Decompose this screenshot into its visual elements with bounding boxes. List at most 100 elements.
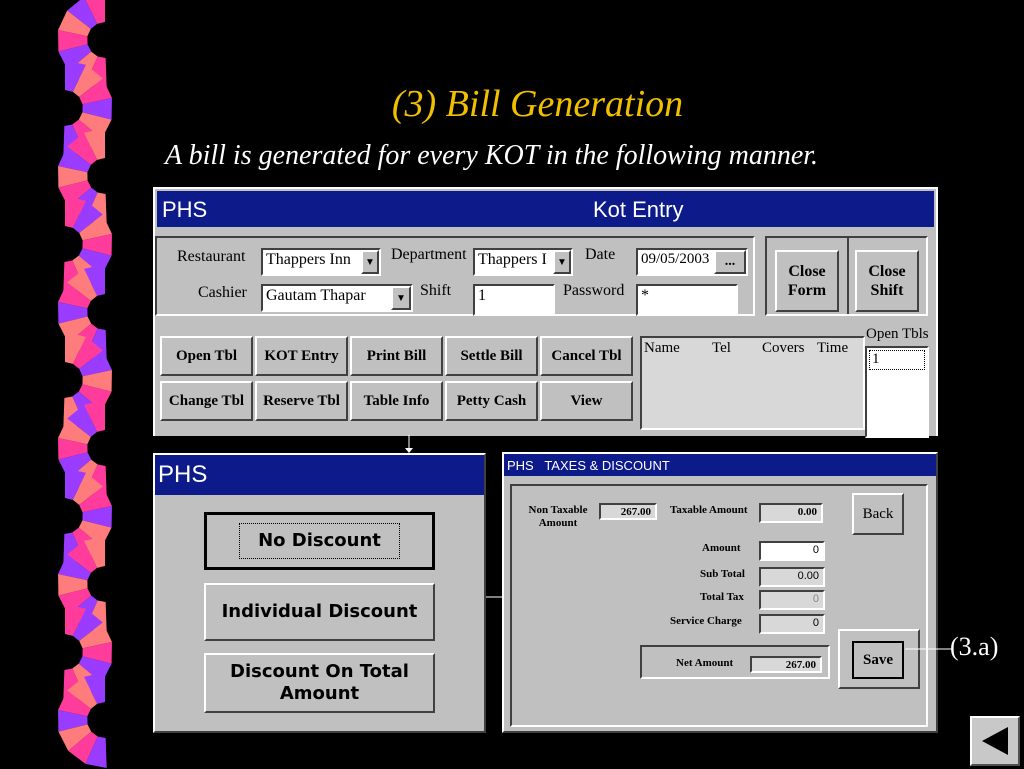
column-header-covers: Covers: [762, 340, 805, 356]
date-label: Date: [585, 246, 616, 263]
sub-total-label: Sub Total: [700, 568, 745, 580]
chevron-down-icon: ▼: [396, 292, 406, 304]
shift-field[interactable]: 1: [473, 284, 555, 316]
table-info-label: Table Info: [363, 393, 430, 409]
no-discount-label: No Discount: [258, 530, 381, 552]
callout-line: [905, 648, 953, 650]
close-shift-button[interactable]: Close Shift: [855, 250, 919, 312]
kot-entry-window: PHS Kot Entry Restaurant Thappers Inn ▼ …: [153, 187, 938, 438]
close-buttons-group: Close Form Close Shift: [765, 236, 928, 316]
service-charge-field[interactable]: 0: [759, 614, 825, 634]
kot-fields-group: Restaurant Thappers Inn ▼ Department Tha…: [155, 236, 755, 316]
department-dropdown-button[interactable]: ▼: [553, 250, 571, 274]
restaurant-dropdown-button[interactable]: ▼: [361, 250, 379, 274]
open-tbls-list[interactable]: 1: [865, 346, 929, 438]
back-button[interactable]: Back: [852, 493, 904, 535]
password-field[interactable]: *: [636, 284, 738, 316]
column-header-time: Time: [817, 340, 849, 356]
discount-title-bar: PHS: [155, 455, 484, 495]
net-amount-label: Net Amount: [676, 657, 734, 669]
department-value: Thappers I: [478, 251, 547, 268]
open-tbl-button[interactable]: Open Tbl: [160, 336, 253, 376]
net-amount-group: Net Amount 267.00: [640, 645, 830, 679]
settle-bill-button[interactable]: Settle Bill: [445, 336, 538, 376]
chevron-down-icon: ▼: [365, 256, 375, 268]
restaurant-label: Restaurant: [177, 248, 246, 265]
petty-cash-button[interactable]: Petty Cash: [445, 381, 538, 421]
slide-subtitle: A bill is generated for every KOT in the…: [165, 140, 819, 171]
cancel-tbl-button[interactable]: Cancel Tbl: [540, 336, 633, 376]
kot-entry-label: KOT Entry: [264, 348, 339, 364]
taxable-amount-label: Taxable Amount: [670, 504, 748, 516]
close-form-button[interactable]: Close Form: [775, 250, 839, 312]
slide-title: (3) Bill Generation: [391, 83, 684, 125]
settle-bill-label: Settle Bill: [460, 348, 523, 364]
column-header-name: Name: [644, 340, 680, 356]
discount-on-total-button[interactable]: Discount On Total Amount: [204, 653, 435, 713]
close-form-label: Close Form: [787, 262, 827, 299]
reserve-tbl-label: Reserve Tbl: [263, 393, 340, 409]
total-tax-label: Total Tax: [700, 591, 744, 603]
save-button[interactable]: Save: [852, 641, 904, 679]
taxes-discount-window: PHS TAXES & DISCOUNT Non Taxable Amount …: [502, 452, 938, 733]
view-label: View: [570, 393, 603, 409]
previous-slide-button[interactable]: [970, 716, 1020, 766]
taxes-inner-panel: Non Taxable Amount 267.00 Taxable Amount…: [510, 484, 928, 727]
restaurant-value: Thappers Inn: [266, 251, 351, 268]
group-divider: [847, 238, 849, 314]
non-taxable-value: 267.00: [599, 503, 657, 520]
sub-total-value: 0.00: [759, 567, 825, 587]
total-tax-value: 0: [759, 590, 825, 610]
password-value: *: [641, 287, 649, 304]
discount-window: PHS No Discount Individual Discount Disc…: [153, 453, 486, 733]
individual-discount-label: Individual Discount: [221, 601, 418, 623]
cancel-tbl-label: Cancel Tbl: [551, 348, 622, 364]
taxes-window-title: PHS TAXES & DISCOUNT: [507, 458, 670, 473]
cashier-label: Cashier: [198, 284, 247, 301]
back-label: Back: [862, 506, 894, 522]
date-picker-button[interactable]: ...: [714, 250, 746, 274]
individual-discount-button[interactable]: Individual Discount: [204, 583, 435, 641]
shift-value: 1: [478, 287, 486, 304]
non-taxable-label: Non Taxable Amount: [528, 504, 588, 530]
service-charge-label: Service Charge: [670, 615, 742, 627]
no-discount-button[interactable]: No Discount: [204, 512, 435, 570]
left-arrow-icon: [982, 727, 1008, 755]
reserve-tbl-button[interactable]: Reserve Tbl: [255, 381, 348, 421]
shift-label: Shift: [420, 282, 452, 299]
table-list[interactable]: Name Tel Covers Time: [640, 336, 865, 430]
chevron-down-icon: ▼: [557, 256, 567, 268]
table-info-button[interactable]: Table Info: [350, 381, 443, 421]
change-tbl-label: Change Tbl: [168, 393, 245, 409]
save-group: Save: [838, 629, 920, 689]
department-label: Department: [391, 246, 467, 263]
cashier-dropdown-button[interactable]: ▼: [391, 286, 411, 310]
focus-ring: No Discount: [239, 523, 400, 559]
taxes-title-bar: PHS TAXES & DISCOUNT: [504, 454, 936, 476]
kot-title-bar: PHS Kot Entry: [157, 191, 934, 227]
connector-arrow-down: [405, 435, 413, 453]
kot-entry-button[interactable]: KOT Entry: [255, 336, 348, 376]
callout-label: (3.a): [950, 632, 999, 661]
petty-cash-label: Petty Cash: [456, 393, 527, 409]
kot-app-name: PHS: [162, 197, 208, 222]
print-bill-label: Print Bill: [366, 348, 427, 364]
discount-window-title: PHS: [158, 461, 208, 488]
save-label: Save: [863, 652, 893, 668]
kot-window-title: Kot Entry: [593, 197, 684, 222]
open-tbls-item[interactable]: 1: [869, 350, 925, 370]
open-tbl-label: Open Tbl: [175, 348, 237, 364]
amount-field[interactable]: 0: [759, 541, 825, 561]
discount-on-total-label: Discount On Total Amount: [230, 661, 409, 704]
column-header-tel: Tel: [712, 340, 731, 356]
open-tbls-label: Open Tbls: [866, 326, 929, 342]
date-value: 09/05/2003: [641, 251, 710, 267]
amount-label: Amount: [702, 542, 741, 554]
taxable-amount-value: 0.00: [759, 503, 823, 523]
net-amount-value: 267.00: [750, 656, 822, 673]
view-button[interactable]: View: [540, 381, 633, 421]
print-bill-button[interactable]: Print Bill: [350, 336, 443, 376]
cashier-value: Gautam Thapar: [266, 287, 366, 304]
change-tbl-button[interactable]: Change Tbl: [160, 381, 253, 421]
close-shift-label: Close Shift: [868, 262, 906, 299]
